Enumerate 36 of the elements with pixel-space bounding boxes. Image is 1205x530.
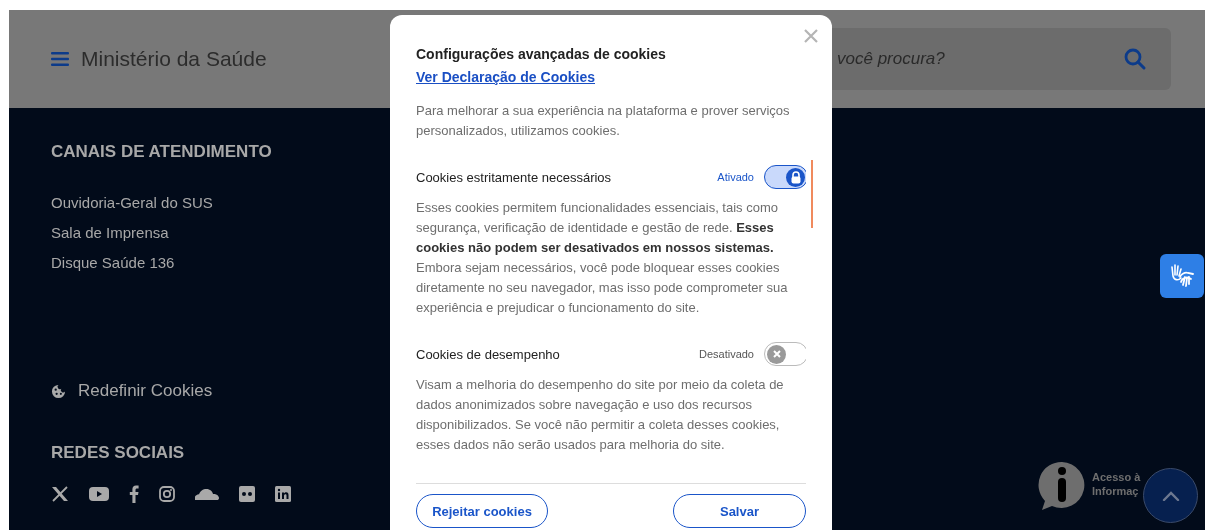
cookie-icon[interactable]: [51, 383, 66, 399]
toggle-status: Desativado: [698, 348, 754, 360]
instagram-icon[interactable]: [159, 486, 175, 502]
flickr-icon[interactable]: [239, 486, 255, 502]
hands-icon: [1169, 264, 1195, 288]
chevron-up-icon: [1161, 490, 1180, 501]
toggle-switch[interactable]: [764, 165, 806, 189]
access-info-link[interactable]: Informaç: [1092, 484, 1141, 498]
category-description: Esses cookies permitem funcionalidades essenciais, tais como segurança, verificação de identidade e gestão de rede. Esses cookies não podem ser desativados em nossos sistemas. Embora sejam necessários, você pode bloquear esses cookies diretamente no seu navegador, mas isso pode comprometer sua experiência e prejudicar o funcionamento do site.: [416, 199, 789, 317]
x-logo-icon[interactable]: [51, 486, 69, 502]
reset-cookies-link[interactable]: Redefinir Cookies: [78, 381, 213, 401]
youtube-icon[interactable]: [89, 487, 109, 501]
linkedin-icon[interactable]: [275, 486, 291, 502]
category-title: Cookies estritamente necessários: [416, 169, 613, 185]
facebook-icon[interactable]: [129, 485, 139, 503]
intro-text: Para melhorar a sua experiência na plataforma e prover serviços personalizados, utilizamos cookies.: [416, 102, 791, 140]
access-info-link[interactable]: Acesso à: [1092, 470, 1141, 484]
toggle-status: Ativado: [717, 171, 754, 183]
section-heading: REDES SOCIAIS: [51, 443, 185, 463]
sign-language-button[interactable]: [1160, 254, 1204, 298]
section-heading: CANAIS DE ATENDIMENTO: [51, 142, 272, 162]
footer-link[interactable]: Ouvidoria-Geral do SUS: [51, 194, 213, 211]
cookie-statement-link[interactable]: Ver Declaração de Cookies: [416, 69, 595, 85]
reject-button[interactable]: Rejeitar cookies: [416, 494, 548, 528]
footer-link[interactable]: Sala de Imprensa: [51, 224, 169, 241]
category-description: Visam a melhoria do desempenho do site por meio da coleta de dados anonimizados sobre navegação e uso dos recursos disponibilizados. Se você não permitir a coleta desses cookies, esses dados não serão usados para melhoria do site.: [416, 376, 785, 454]
scrollbar[interactable]: [811, 160, 813, 228]
dialog-title: Configurações avançadas de cookies: [416, 46, 666, 62]
lock-icon: [789, 170, 802, 184]
footer-link[interactable]: Disque Saúde 136: [51, 254, 175, 271]
soundcloud-icon[interactable]: [195, 488, 219, 500]
category-title: Cookies de desempenho: [416, 346, 561, 362]
toggle-switch[interactable]: [764, 342, 806, 366]
x-icon: [771, 349, 782, 359]
save-button[interactable]: Salvar: [673, 494, 806, 528]
info-icon[interactable]: [1038, 461, 1086, 511]
